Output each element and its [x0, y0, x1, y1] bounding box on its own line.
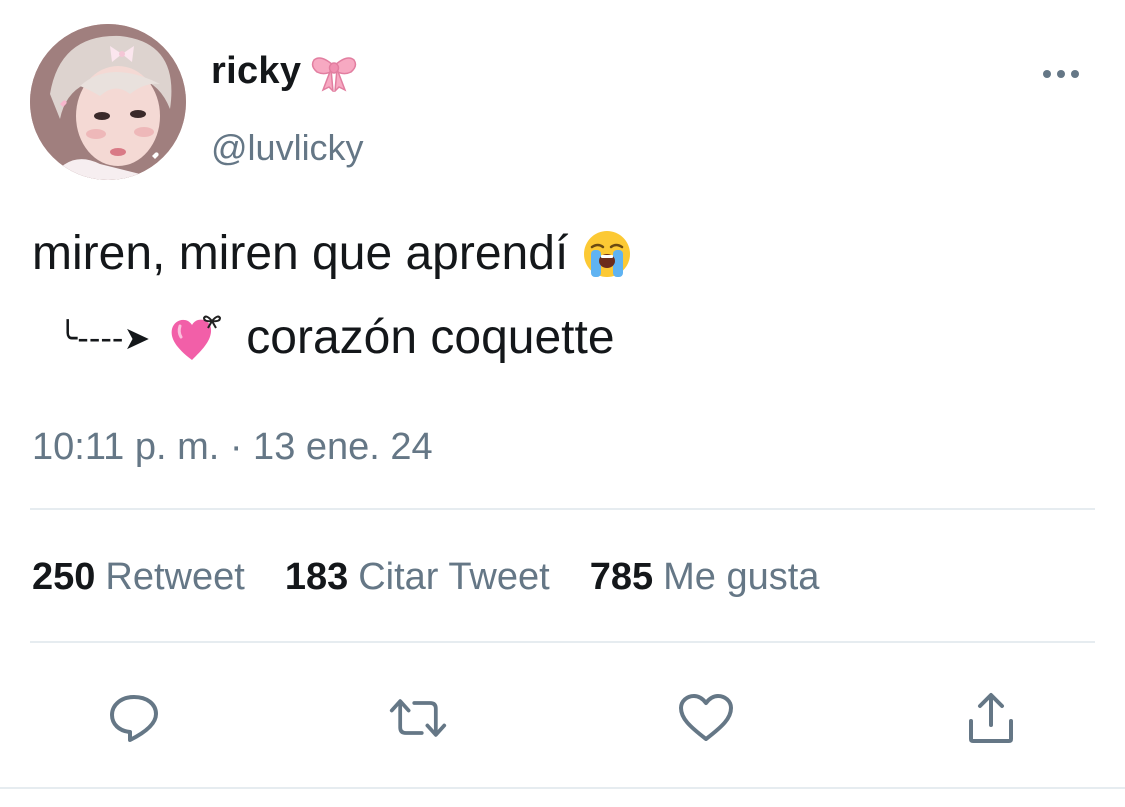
- stat-retweets[interactable]: 250 Retweet: [32, 556, 245, 599]
- reply-button[interactable]: [104, 688, 164, 748]
- tweet-timestamp[interactable]: 10:11 p. m. · 13 ene. 24: [32, 426, 433, 469]
- stat-count: 250: [32, 556, 96, 598]
- divider: [0, 787, 1125, 789]
- stat-count: 785: [589, 556, 654, 598]
- tweet-card: ricky @luvlicky miren, miren que aprendí…: [0, 0, 1125, 807]
- tweet-stats: 250 Retweet 183 Citar Tweet 785 Me gusta: [32, 556, 859, 599]
- tweet-text: corazón coquette: [246, 311, 615, 364]
- tweet-text: miren, miren que aprendí: [32, 227, 569, 280]
- retweet-icon: [389, 699, 447, 737]
- bow-icon: [312, 56, 357, 92]
- stat-count: 183: [284, 556, 349, 598]
- retweet-button[interactable]: [388, 688, 448, 748]
- stat-likes[interactable]: 785 Me gusta: [590, 556, 820, 599]
- display-name[interactable]: ricky: [211, 50, 301, 93]
- like-icon: [679, 694, 733, 741]
- stat-label: Citar Tweet: [358, 556, 550, 598]
- pink-heart-with-bow-icon: [171, 315, 222, 360]
- like-button[interactable]: [676, 688, 736, 748]
- tweet-text-line-2: ╰----➤ corazón coquette: [32, 310, 615, 365]
- loudly-crying-face-icon: [584, 230, 631, 277]
- divider: [30, 508, 1095, 510]
- user-handle[interactable]: @luvlicky: [211, 127, 364, 169]
- stat-label: Me gusta: [663, 556, 820, 598]
- stat-quote-tweets[interactable]: 183 Citar Tweet: [285, 556, 550, 599]
- divider: [30, 641, 1095, 643]
- more-options-icon[interactable]: [1040, 64, 1082, 84]
- share-icon: [969, 693, 1013, 743]
- arrow-decoration: ╰----➤: [58, 318, 151, 357]
- stat-label: Retweet: [105, 556, 245, 598]
- display-name-row[interactable]: ricky: [211, 50, 357, 93]
- avatar[interactable]: [30, 24, 186, 180]
- tweet-text-line-1: miren, miren que aprendí: [32, 226, 632, 281]
- share-button[interactable]: [961, 688, 1021, 748]
- avatar-image: [30, 24, 186, 180]
- reply-icon: [110, 695, 158, 742]
